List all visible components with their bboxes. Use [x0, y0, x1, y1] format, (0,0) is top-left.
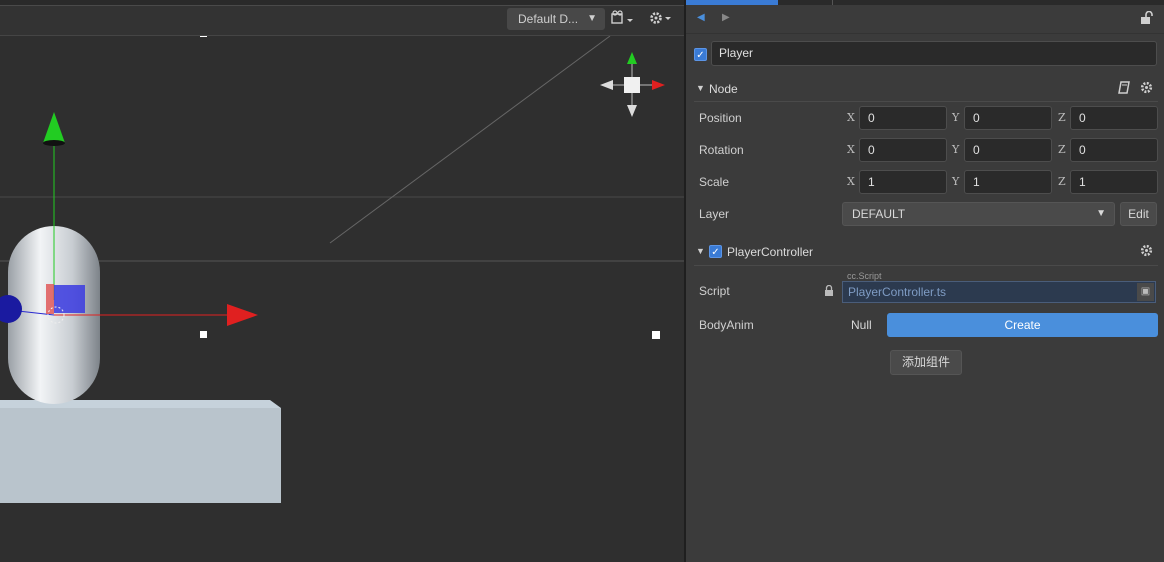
back-arrow-icon[interactable]: ◀ [697, 12, 705, 23]
scale-x-axis-label: X [847, 175, 855, 188]
position-x-axis-label: X [847, 111, 855, 124]
node-section-header[interactable]: ▼ Node [694, 77, 1158, 102]
position-y-field[interactable]: 0 [964, 106, 1052, 130]
component-header[interactable]: ▼ ✓ PlayerController [694, 240, 1158, 266]
inspector-navbar: ◀ ▶ [686, 5, 1164, 34]
scale-z-axis-label: Z [1058, 175, 1066, 188]
position-z-field[interactable]: 0 [1070, 106, 1158, 130]
rotation-y-field[interactable]: 0 [964, 138, 1052, 162]
script-label: Script [699, 284, 730, 298]
chevron-down-icon: ▼ [1096, 208, 1106, 219]
inspector-panel: ◀ ▶ ✓ Player ▼ Node Position X 0 Y 0 Z 0… [686, 0, 1164, 562]
scene-view[interactable]: Default D... ▼ [0, 0, 684, 562]
body-anim-label: BodyAnim [699, 318, 754, 332]
position-label: Position [699, 111, 742, 125]
add-component-button[interactable]: 添加组件 [890, 350, 962, 375]
chevron-down-icon: ▼ [587, 13, 597, 24]
position-x-field[interactable]: 0 [859, 106, 947, 130]
scale-y-field[interactable]: 1 [964, 170, 1052, 194]
camera-frustum-line [329, 35, 611, 244]
node-enabled-checkbox[interactable]: ✓ [694, 48, 707, 61]
camera-select-label: Default D... [518, 12, 579, 26]
node-name-input[interactable]: Player [711, 41, 1157, 66]
rotation-y-axis-label: Y [952, 143, 960, 156]
lock-icon [824, 284, 834, 299]
scale-z-field[interactable]: 1 [1070, 170, 1158, 194]
scale-y-axis-label: Y [952, 175, 960, 188]
rotation-x-field[interactable]: 0 [859, 138, 947, 162]
gear-icon[interactable] [1140, 244, 1153, 260]
gizmo-x-arrow[interactable] [227, 304, 258, 326]
rotation-x-axis-label: X [847, 143, 855, 156]
gizmo-y-arrow[interactable] [43, 112, 65, 143]
rotation-label: Rotation [699, 143, 744, 157]
camera-select[interactable]: Default D... ▼ [507, 8, 605, 30]
selection-handle[interactable] [200, 331, 207, 338]
book-icon[interactable] [1118, 81, 1131, 97]
layer-select-value: DEFAULT [852, 207, 906, 221]
layer-select[interactable]: DEFAULT ▼ [842, 202, 1115, 226]
rotation-z-field[interactable]: 0 [1070, 138, 1158, 162]
scale-label: Scale [699, 175, 730, 189]
create-button[interactable]: Create [887, 313, 1158, 337]
edit-layer-button[interactable]: Edit [1120, 202, 1157, 226]
collapse-triangle-icon[interactable]: ▼ [696, 246, 705, 256]
orientation-gizmo[interactable] [600, 52, 665, 117]
node-name-row: ✓ Player [686, 40, 1164, 68]
component-enabled-checkbox[interactable]: ✓ [709, 245, 722, 258]
selection-handle[interactable] [652, 331, 660, 339]
position-z-axis-label: Z [1058, 111, 1066, 124]
rotation-z-axis-label: Z [1058, 143, 1066, 156]
forward-arrow-icon[interactable]: ▶ [722, 12, 730, 23]
script-type-tag: cc.Script [844, 271, 885, 281]
scene-canvas[interactable] [0, 0, 684, 562]
collapse-triangle-icon[interactable]: ▼ [696, 83, 705, 93]
layer-label: Layer [699, 207, 730, 221]
node-section-title: Node [709, 82, 738, 96]
gizmo-plane-handle[interactable] [54, 285, 85, 313]
position-y-axis-label: Y [952, 111, 960, 124]
scene-toolbar: Default D... ▼ [0, 0, 684, 36]
lock-icon[interactable] [1140, 10, 1154, 28]
open-file-icon[interactable]: ▣ [1137, 283, 1154, 301]
ground-box [0, 408, 281, 503]
script-asset-field[interactable]: PlayerController.ts [842, 281, 1156, 303]
component-title: PlayerController [727, 245, 814, 259]
body-anim-value: Null [851, 318, 872, 332]
scale-x-field[interactable]: 1 [859, 170, 947, 194]
gear-icon[interactable] [1140, 81, 1153, 97]
